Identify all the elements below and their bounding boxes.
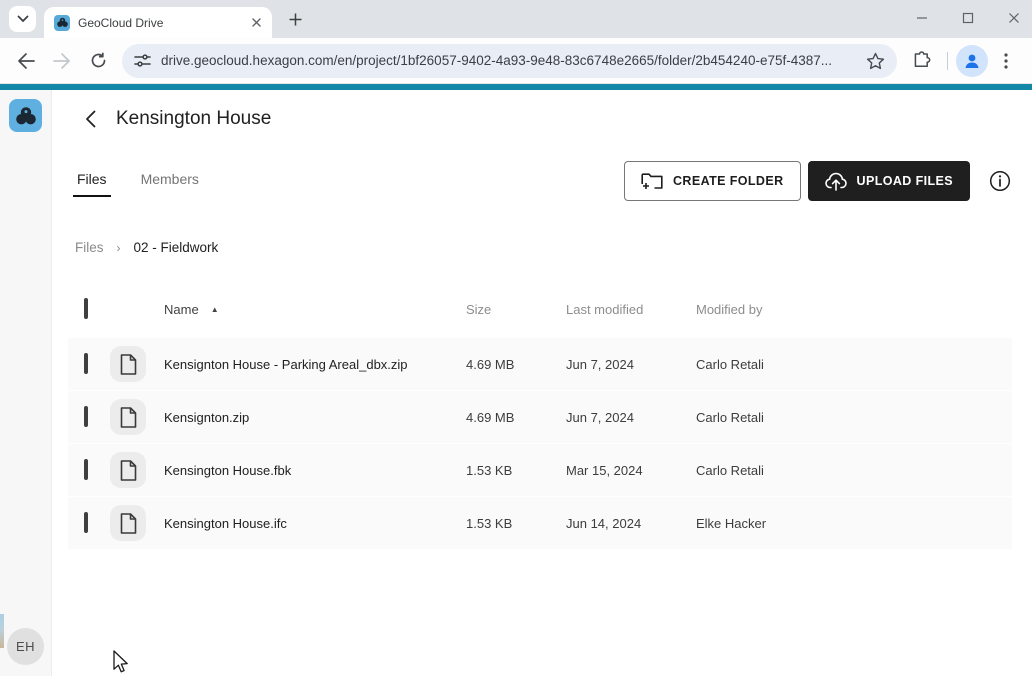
chevron-down-icon <box>17 15 29 23</box>
file-icon <box>110 452 146 488</box>
file-size: 1.53 KB <box>466 516 566 531</box>
forward-button[interactable] <box>46 45 78 77</box>
window-controls <box>912 8 1024 28</box>
file-modified-date: Jun 7, 2024 <box>566 410 696 425</box>
table-row[interactable]: Kensignton.zip 4.69 MB Jun 7, 2024 Carlo… <box>68 391 1012 443</box>
back-arrow-button[interactable] <box>77 106 103 132</box>
file-table: Name ▲ Size Last modified Modified by Ke… <box>68 293 1012 549</box>
file-icon <box>110 346 146 382</box>
plus-icon <box>289 13 302 26</box>
file-size: 4.69 MB <box>466 357 566 372</box>
file-name[interactable]: Kensington House.fbk <box>164 463 466 478</box>
app-body: EH Kensington House Files Members CREATE… <box>0 90 1032 676</box>
bookmark-star-icon[interactable] <box>866 52 885 70</box>
row-checkbox[interactable] <box>84 512 88 533</box>
sort-ascending-icon: ▲ <box>211 305 219 314</box>
geocloud-favicon-icon <box>54 15 70 31</box>
file-name[interactable]: Kensington House.ifc <box>164 516 466 531</box>
file-modified-by: Carlo Retali <box>696 463 1012 478</box>
breadcrumb-current: 02 - Fieldwork <box>134 240 219 255</box>
column-header-modified-by[interactable]: Modified by <box>696 302 1012 317</box>
window-minimize-button[interactable] <box>912 8 932 28</box>
table-header-row: Name ▲ Size Last modified Modified by <box>68 293 1012 325</box>
chevron-left-icon <box>85 110 96 128</box>
file-icon <box>110 505 146 541</box>
file-icon <box>110 399 146 435</box>
info-button[interactable] <box>988 169 1012 193</box>
back-button[interactable] <box>10 45 42 77</box>
column-header-modified[interactable]: Last modified <box>566 302 696 317</box>
geocloud-logo-icon[interactable] <box>9 99 42 132</box>
info-icon <box>989 170 1011 192</box>
breadcrumb: Files › 02 - Fieldwork <box>75 240 1012 255</box>
new-tab-button[interactable] <box>282 6 308 32</box>
file-size: 1.53 KB <box>466 463 566 478</box>
browser-toolbar: drive.geocloud.hexagon.com/en/project/1b… <box>0 38 1032 84</box>
tab-close-icon[interactable] <box>248 15 264 31</box>
create-folder-label: CREATE FOLDER <box>673 174 784 188</box>
user-avatar[interactable]: EH <box>7 628 44 665</box>
column-header-name[interactable]: Name ▲ <box>164 302 466 317</box>
file-modified-by: Carlo Retali <box>696 357 1012 372</box>
extensions-icon[interactable] <box>905 45 937 77</box>
select-all-checkbox[interactable] <box>84 298 88 319</box>
page-header: Kensington House <box>75 104 1012 134</box>
window-maximize-button[interactable] <box>958 8 978 28</box>
breadcrumb-root[interactable]: Files <box>75 240 104 255</box>
background-sliver <box>0 614 4 648</box>
app-sidebar: EH <box>0 90 52 676</box>
main-content: Kensington House Files Members CREATE FO… <box>52 90 1032 676</box>
file-modified-by: Elke Hacker <box>696 516 1012 531</box>
tab-title: GeoCloud Drive <box>78 16 248 30</box>
tab-search-button[interactable] <box>9 6 36 32</box>
toolbar-separator <box>947 52 948 70</box>
file-modified-date: Jun 14, 2024 <box>566 516 696 531</box>
tab-members[interactable]: Members <box>139 167 201 197</box>
browser-tab-strip: GeoCloud Drive <box>0 0 1032 38</box>
browser-tab-geocloud-drive[interactable]: GeoCloud Drive <box>44 7 272 38</box>
row-checkbox[interactable] <box>84 406 88 427</box>
browser-menu-kebab-icon[interactable] <box>990 45 1022 77</box>
table-row[interactable]: Kensington House.fbk 1.53 KB Mar 15, 202… <box>68 444 1012 496</box>
toolbar-right-cluster <box>903 45 1024 77</box>
actions-row: Files Members CREATE FOLDER UPLOAD FILES <box>75 161 1012 201</box>
tab-files[interactable]: Files <box>75 167 109 197</box>
file-modified-date: Jun 7, 2024 <box>566 357 696 372</box>
breadcrumb-separator-icon: › <box>117 241 121 255</box>
table-row[interactable]: Kensignton House - Parking Areal_dbx.zip… <box>68 338 1012 390</box>
row-checkbox[interactable] <box>84 353 88 374</box>
file-size: 4.69 MB <box>466 410 566 425</box>
row-checkbox[interactable] <box>84 459 88 480</box>
url-text[interactable]: drive.geocloud.hexagon.com/en/project/1b… <box>161 53 866 68</box>
page-title: Kensington House <box>116 108 271 130</box>
create-folder-button[interactable]: CREATE FOLDER <box>624 161 801 201</box>
upload-files-label: UPLOAD FILES <box>857 174 953 188</box>
file-name[interactable]: Kensignton House - Parking Areal_dbx.zip <box>164 357 466 372</box>
browser-profile-avatar[interactable] <box>956 45 988 77</box>
section-tabs: Files Members <box>75 167 231 197</box>
file-modified-by: Carlo Retali <box>696 410 1012 425</box>
name-header-label: Name <box>164 302 199 317</box>
upload-cloud-icon <box>825 172 847 191</box>
site-settings-icon[interactable] <box>134 53 151 68</box>
file-name[interactable]: Kensignton.zip <box>164 410 466 425</box>
window-close-button[interactable] <box>1004 8 1024 28</box>
file-modified-date: Mar 15, 2024 <box>566 463 696 478</box>
address-bar[interactable]: drive.geocloud.hexagon.com/en/project/1b… <box>122 44 897 78</box>
reload-button[interactable] <box>82 45 114 77</box>
upload-files-button[interactable]: UPLOAD FILES <box>808 161 970 201</box>
table-row[interactable]: Kensington House.ifc 1.53 KB Jun 14, 202… <box>68 497 1012 549</box>
create-folder-icon <box>641 172 663 190</box>
column-header-size[interactable]: Size <box>466 302 566 317</box>
